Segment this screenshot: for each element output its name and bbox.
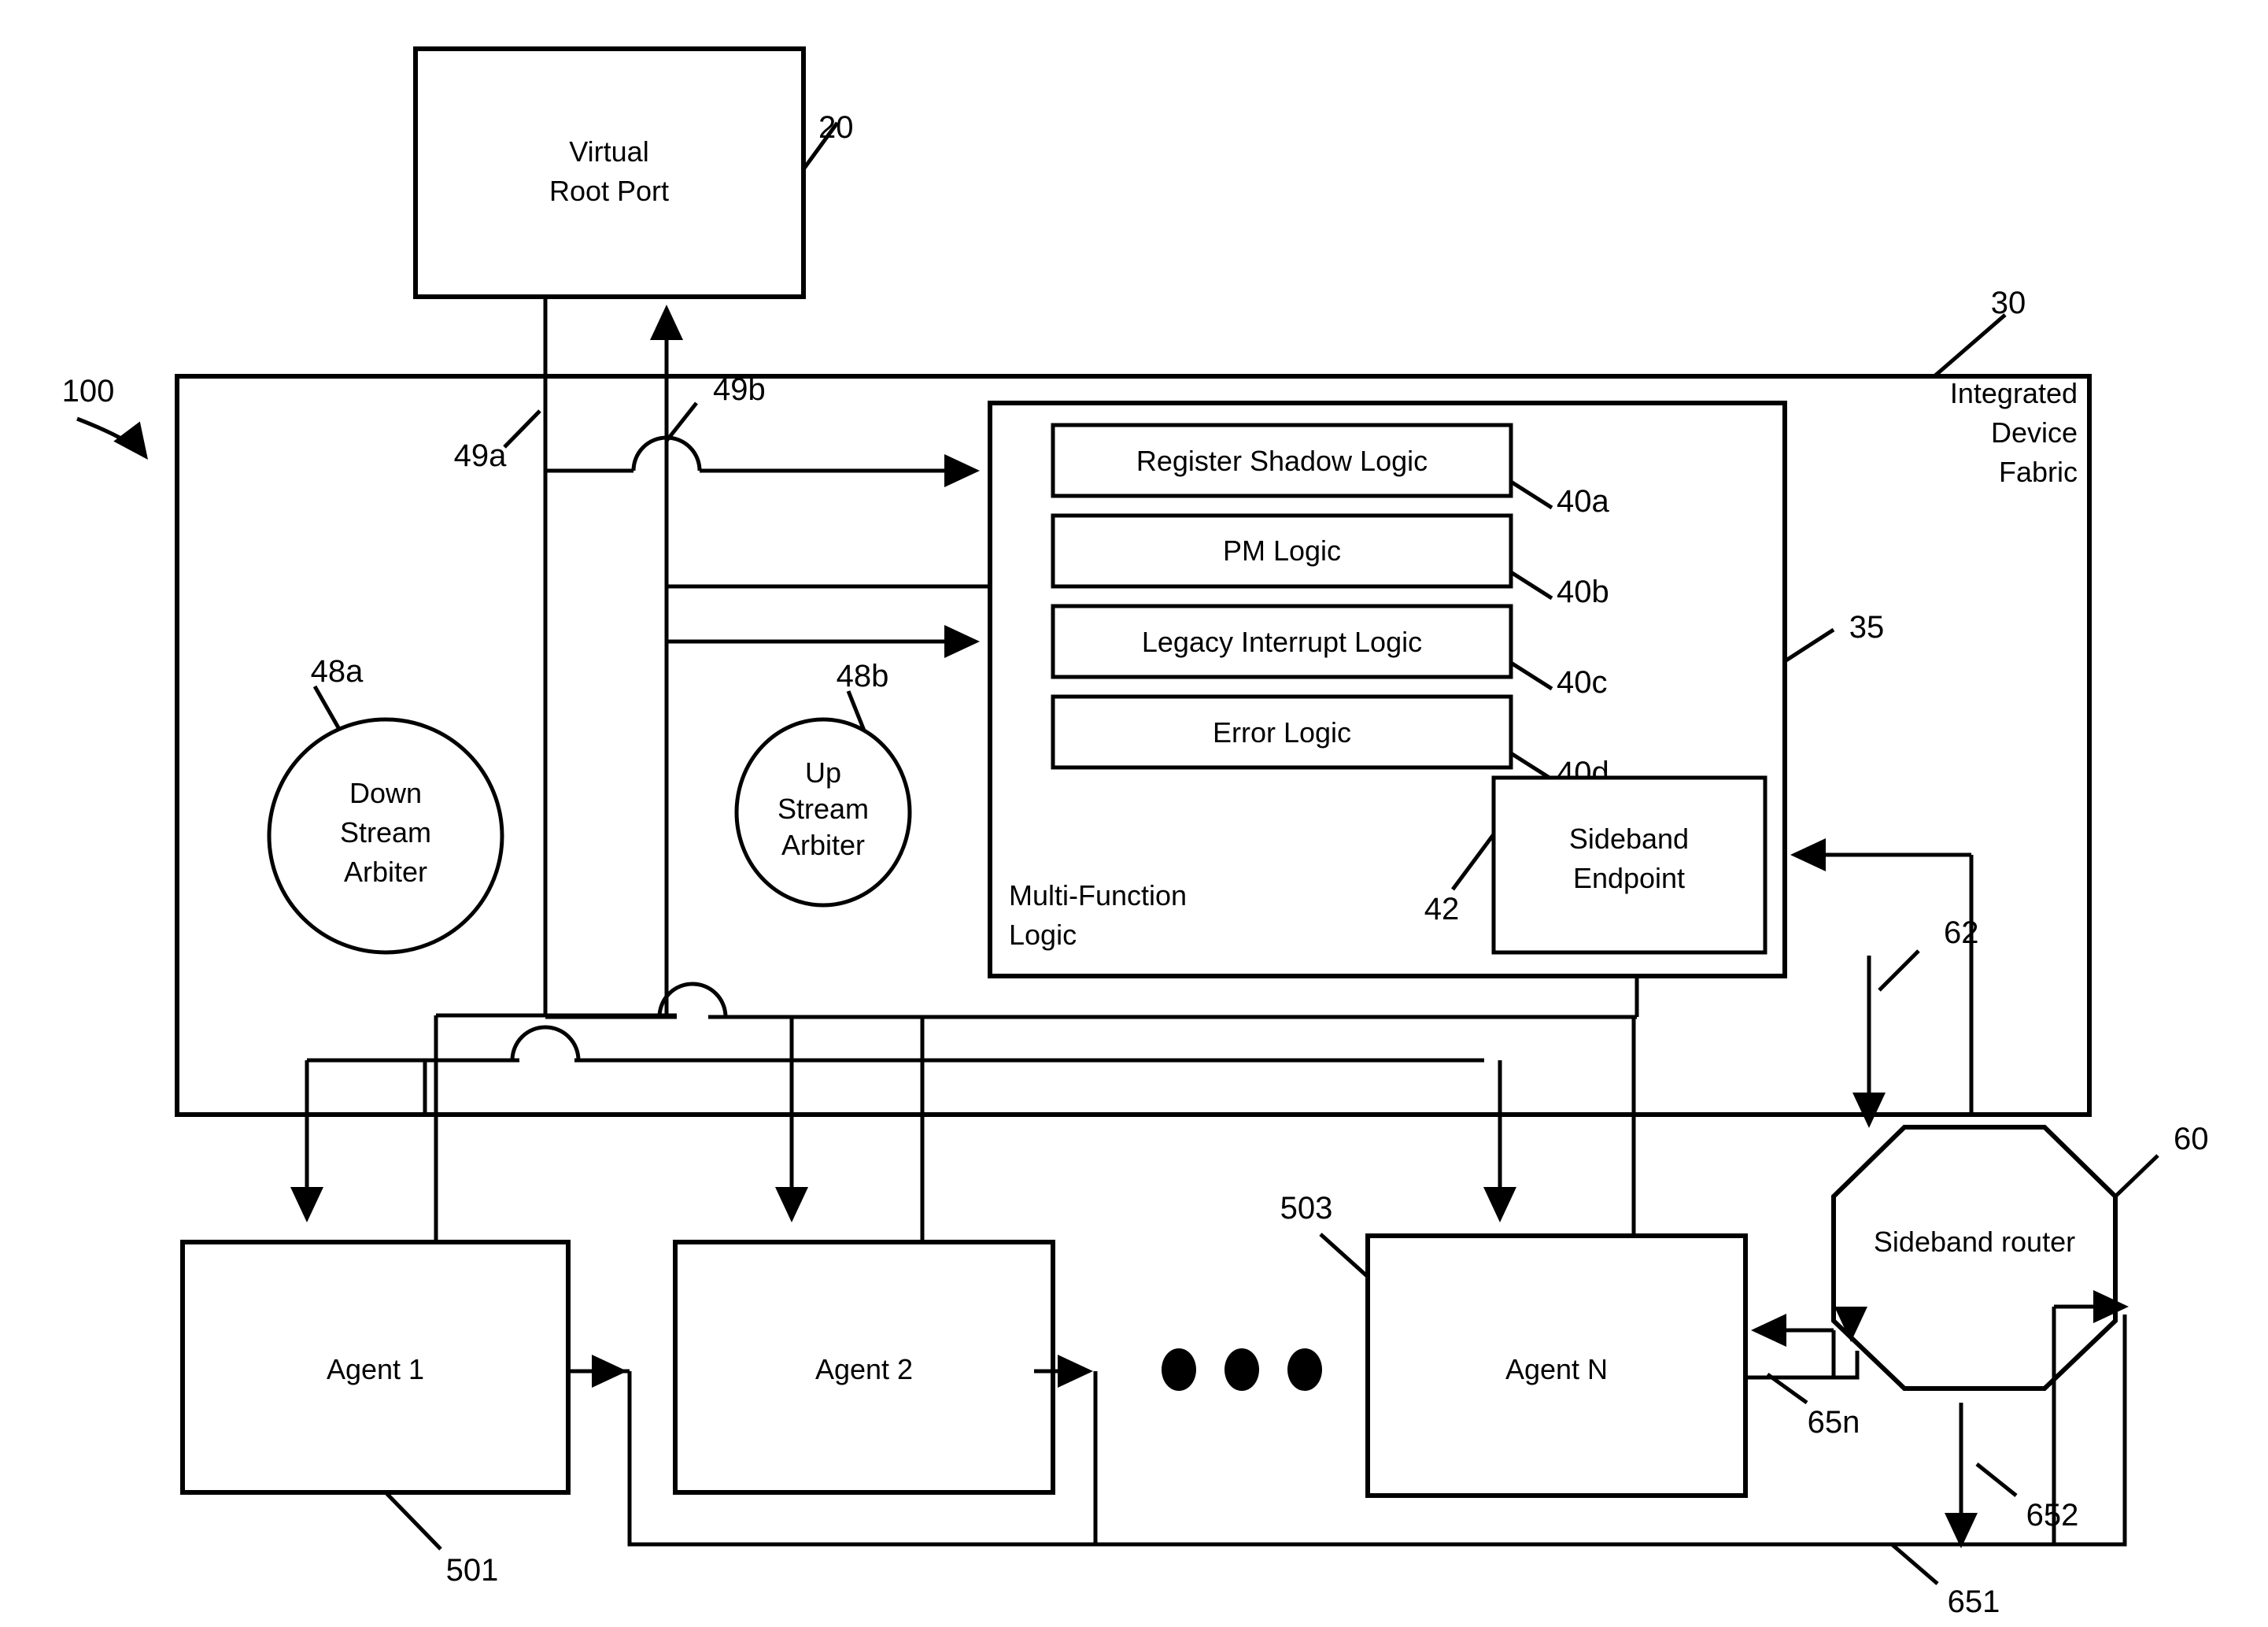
sideband-endpoint-label-line1: Sideband [1569,823,1689,855]
ellipsis-dot-2 [1224,1348,1259,1391]
pm-logic-label: PM Logic [1223,534,1341,567]
virtual-root-port-label-line2: Root Port [549,175,669,207]
ref-40b: 40b [1557,575,1609,609]
ref-100-leader [76,416,149,460]
ref-652: 652 [2026,1498,2079,1533]
ref-40a: 40a [1557,484,1609,519]
fabric-label-line2: Device [1991,416,2078,449]
ref-100: 100 [62,374,115,409]
ref-48b: 48b [837,659,889,693]
agentN-sideband-line [1745,1351,1860,1380]
sideband-router-octagon [1831,1125,2118,1391]
agent-1-label: Agent 1 [327,1353,424,1385]
ref-35: 35 [1849,610,1885,645]
register-shadow-logic-label: Register Shadow Logic [1136,445,1428,477]
figure-canvas: Virtual Root Port 20 30 Integrated Devic… [0,0,2268,1627]
ref-501-leader [384,1491,442,1551]
multi-function-logic-label-line2: Logic [1009,919,1077,951]
ref-60: 60 [2174,1122,2209,1156]
fabric-label-line3: Fabric [1999,456,2078,488]
ref-42: 42 [1424,892,1460,926]
down-stream-arbiter-line3: Arbiter [344,856,427,888]
ref-48a: 48a [311,654,364,689]
virtual-root-port-label-line1: Virtual [569,135,648,168]
up-stream-arbiter-line2: Stream [778,793,869,825]
agent-2-label: Agent 2 [815,1353,913,1385]
fabric-label-line1: Integrated [1950,377,2078,409]
ref-30: 30 [1991,286,2026,320]
ellipsis-dot-3 [1287,1348,1322,1391]
ref-651-leader [1890,1543,1939,1585]
down-stream-arbiter-line2: Stream [340,816,431,849]
ref-62: 62 [1944,915,1979,950]
ref-651: 651 [1948,1584,2000,1619]
multi-function-logic-label-line1: Multi-Function [1009,879,1187,911]
sideband-router-label: Sideband router [1874,1226,2075,1258]
agent-n-label: Agent N [1505,1353,1608,1385]
ref-60-leader [2114,1154,2159,1198]
ref-49b: 49b [713,372,766,407]
up-stream-arbiter-line1: Up [805,756,841,789]
ref-65n: 65n [1808,1405,1860,1440]
up-stream-arbiter-line3: Arbiter [781,829,865,861]
ref-503: 503 [1280,1191,1333,1226]
ref-40c: 40c [1557,665,1608,700]
ref-503-leader [1319,1233,1369,1278]
ellipsis-dot-1 [1162,1348,1196,1391]
ref-652-leader [1975,1462,2018,1497]
sideband-endpoint-label-line2: Endpoint [1573,862,1685,894]
legacy-interrupt-logic-label: Legacy Interrupt Logic [1142,626,1422,658]
ref-30-leader [1933,313,2007,378]
down-stream-arbiter-line1: Down [349,777,422,809]
ref-20: 20 [818,110,854,145]
ref-501: 501 [446,1553,499,1588]
error-logic-label: Error Logic [1213,716,1351,749]
patent-diagram: Virtual Root Port 20 30 Integrated Devic… [62,46,2209,1619]
ref-49a: 49a [454,438,507,473]
virtual-root-port-box [413,46,806,299]
